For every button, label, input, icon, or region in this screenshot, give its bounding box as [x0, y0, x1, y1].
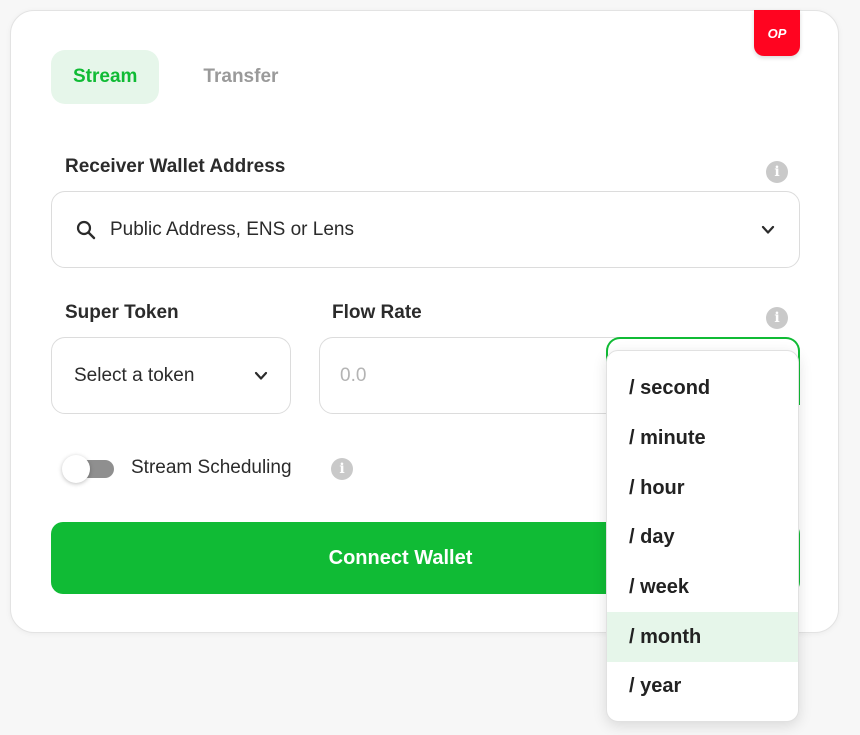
chevron-down-icon[interactable] [761, 223, 775, 237]
tab-stream[interactable]: Stream [51, 50, 160, 104]
super-token-select[interactable]: Select a token [51, 337, 291, 414]
scheduling-info-icon[interactable]: i [331, 458, 353, 480]
receiver-placeholder: Public Address, ENS or Lens [110, 218, 354, 240]
connect-wallet-label: Connect Wallet [328, 546, 473, 569]
super-token-value: Select a token [74, 364, 195, 386]
receiver-address-input[interactable]: Public Address, ENS or Lens [51, 191, 800, 268]
dropdown-option-hour[interactable]: / hour [607, 463, 798, 513]
receiver-info-icon[interactable]: i [766, 161, 788, 183]
dropdown-option-day[interactable]: / day [607, 513, 798, 563]
dropdown-option-year[interactable]: / year [607, 662, 798, 712]
time-unit-dropdown: / second / minute / hour / day / week / … [606, 350, 799, 722]
network-badge[interactable]: OP [754, 10, 800, 56]
mode-tabs: Stream Transfer [51, 50, 300, 104]
search-icon [76, 220, 96, 239]
dropdown-option-second[interactable]: / second [607, 364, 798, 414]
stream-scheduling-toggle[interactable] [62, 455, 114, 483]
stream-scheduling-label: Stream Scheduling [131, 457, 292, 478]
receiver-label: Receiver Wallet Address [65, 156, 286, 177]
dropdown-option-month[interactable]: / month [607, 612, 798, 663]
flow-rate-input[interactable]: 0.0 [319, 337, 639, 414]
flow-rate-placeholder: 0.0 [340, 364, 367, 386]
flow-rate-info-icon[interactable]: i [766, 307, 788, 329]
dropdown-option-week[interactable]: / week [607, 563, 798, 613]
dropdown-option-minute[interactable]: / minute [607, 414, 798, 464]
super-token-label: Super Token [65, 302, 179, 323]
chevron-down-icon [254, 371, 268, 380]
tab-transfer[interactable]: Transfer [181, 50, 300, 104]
toggle-knob [62, 455, 90, 483]
flow-rate-label: Flow Rate [332, 302, 422, 323]
